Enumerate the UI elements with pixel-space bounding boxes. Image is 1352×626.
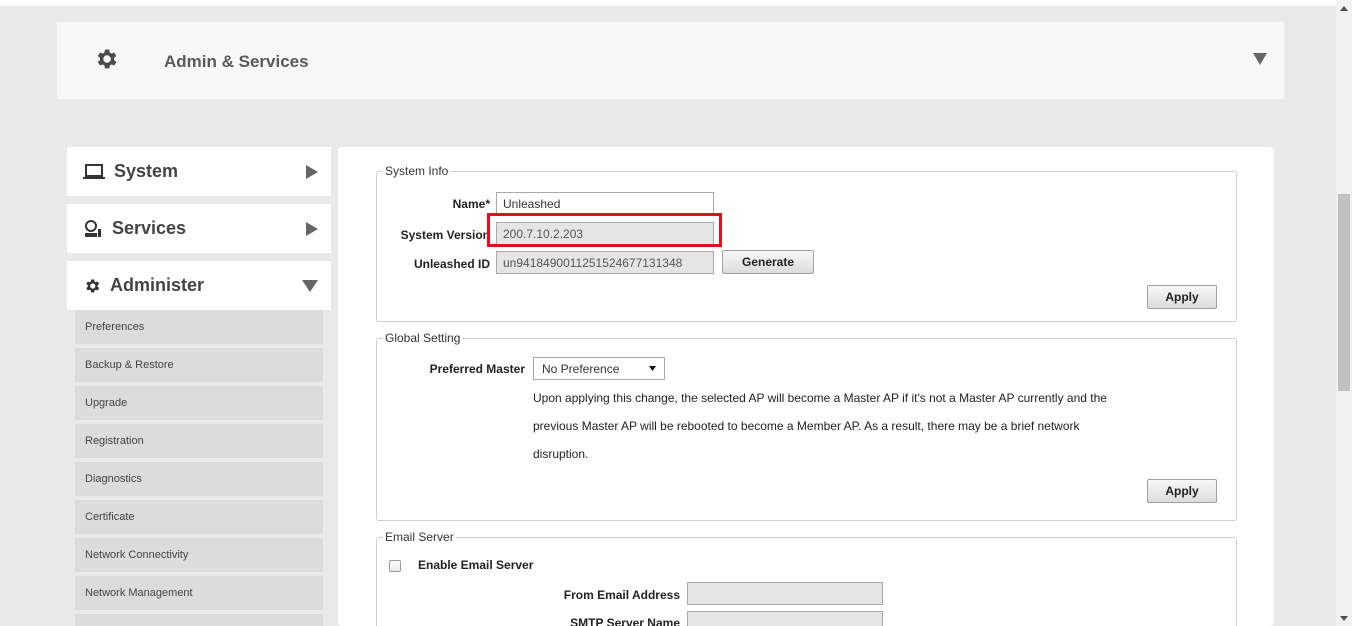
smtp-server-name-label: SMTP Server Name bbox=[570, 616, 680, 626]
sidebar-item-diagnostics[interactable]: Diagnostics bbox=[75, 462, 323, 496]
from-email-address-label: From Email Address bbox=[563, 588, 680, 602]
global-setting-legend: Global Setting bbox=[385, 331, 461, 345]
chevron-down-icon[interactable] bbox=[1253, 53, 1267, 65]
gear-icon bbox=[86, 278, 100, 293]
laptop-icon bbox=[83, 163, 105, 179]
sidebar-section-administer[interactable]: Administer bbox=[67, 261, 331, 310]
vertical-scrollbar[interactable] bbox=[1336, 0, 1352, 626]
preferred-master-select[interactable]: No Preference bbox=[533, 357, 665, 380]
enable-email-server-label: Enable Email Server bbox=[418, 558, 534, 572]
services-icon bbox=[85, 219, 101, 237]
enable-email-server-checkbox[interactable] bbox=[389, 560, 401, 572]
sidebar-section-system[interactable]: System bbox=[67, 147, 331, 196]
scrollbar-thumb[interactable] bbox=[1338, 194, 1350, 391]
system-version-label: System Version bbox=[400, 228, 490, 242]
sidebar-section-label: Services bbox=[112, 218, 187, 238]
sidebar-item-backup-restore[interactable]: Backup & Restore bbox=[75, 348, 323, 382]
scroll-up-icon[interactable] bbox=[1340, 6, 1348, 11]
email-server-legend: Email Server bbox=[385, 530, 454, 544]
dropdown-arrow-icon bbox=[649, 366, 656, 371]
smtp-server-name-input[interactable] bbox=[687, 611, 883, 626]
sidebar-section-label: System bbox=[114, 161, 179, 181]
sidebar-item-network-management[interactable]: Network Management bbox=[75, 576, 323, 610]
chevron-right-icon bbox=[306, 164, 318, 179]
chevron-down-icon bbox=[302, 279, 318, 292]
admin-services-header[interactable]: Admin & Services bbox=[56, 21, 1285, 100]
unleashed-id-field bbox=[496, 251, 714, 274]
system-info-legend: System Info bbox=[385, 164, 449, 178]
description-line: Upon applying this change, the selected … bbox=[533, 391, 1107, 405]
preferred-master-value: No Preference bbox=[542, 361, 620, 376]
generate-button[interactable]: Generate bbox=[722, 250, 814, 274]
highlight-box bbox=[487, 213, 722, 247]
apply-button-global-setting[interactable]: Apply bbox=[1147, 479, 1217, 503]
sidebar-item-preferences[interactable]: Preferences bbox=[75, 310, 323, 344]
preferred-master-description: Upon applying this change, the selected … bbox=[533, 384, 1233, 468]
sidebar-section-services[interactable]: Services bbox=[67, 204, 331, 253]
gear-icon bbox=[97, 49, 117, 69]
name-input[interactable] bbox=[496, 192, 714, 215]
unleashed-id-label: Unleashed ID bbox=[413, 257, 490, 271]
name-label: Name* bbox=[452, 197, 490, 211]
preferred-master-label: Preferred Master bbox=[429, 362, 525, 376]
sidebar-item-certificate[interactable]: Certificate bbox=[75, 500, 323, 534]
administer-submenu: Preferences Backup & Restore Upgrade Reg… bbox=[75, 310, 323, 626]
scroll-down-icon[interactable] bbox=[1340, 616, 1348, 621]
sidebar-item-upgrade[interactable]: Upgrade bbox=[75, 386, 323, 420]
apply-button-system-info[interactable]: Apply bbox=[1147, 285, 1217, 309]
chevron-right-icon bbox=[306, 221, 318, 236]
page-title: Admin & Services bbox=[164, 52, 309, 71]
description-line: previous Master AP will be rebooted to b… bbox=[533, 419, 1080, 433]
sidebar-item-mobile-app[interactable]: Mobile App bbox=[75, 614, 323, 626]
sidebar-item-network-connectivity[interactable]: Network Connectivity bbox=[75, 538, 323, 572]
sidebar-item-registration[interactable]: Registration bbox=[75, 424, 323, 458]
top-strip bbox=[0, 0, 1336, 6]
description-line: disruption. bbox=[533, 447, 589, 461]
from-email-address-input[interactable] bbox=[687, 582, 883, 605]
sidebar-section-label: Administer bbox=[110, 275, 205, 295]
